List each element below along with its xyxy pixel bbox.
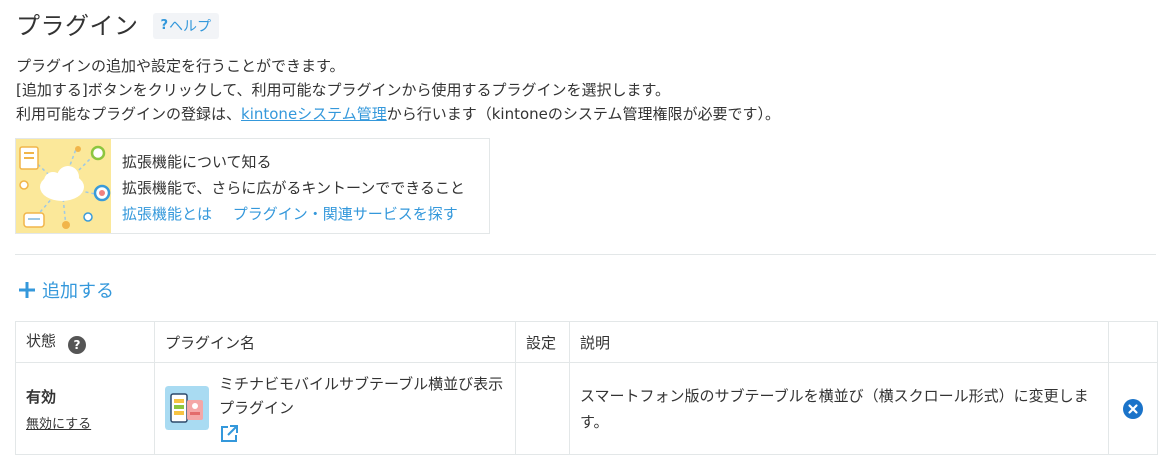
- description-line-3: 利用可能なプラグインの登録は、kintoneシステム管理から行います（kinto…: [16, 102, 780, 126]
- status-column-header: 状態?: [15, 321, 155, 363]
- add-plugin-label: 追加する: [42, 281, 114, 302]
- disable-plugin-link[interactable]: 無効にする: [26, 413, 91, 432]
- plugin-table: 状態? プラグイン名 設定 説明 有効 無効にする ミチナビモバイルサブテーブル…: [15, 321, 1158, 455]
- page-title: プラグイン: [16, 12, 139, 40]
- plugin-description: スマートフォン版のサブテーブルを横並び（横スクロール形式）に変更します。: [569, 362, 1109, 455]
- system-admin-link[interactable]: kintoneシステム管理: [241, 105, 387, 123]
- plugin-name-cell: ミチナビモバイルサブテーブル横並び表示プラグイン: [154, 362, 516, 455]
- help-label: ヘルプ: [169, 18, 212, 35]
- description-line-1: プラグインの追加や設定を行うことができます。: [16, 57, 345, 75]
- promo-links: 拡張機能とは プラグイン・関連サービスを探す: [122, 201, 474, 227]
- status-active-label: 有効: [26, 387, 57, 406]
- page-description: プラグインの追加や設定を行うことができます。 [追加する]ボタンをクリックして、…: [16, 54, 780, 126]
- plugin-name: ミチナビモバイルサブテーブル横並び表示プラグイン: [219, 374, 504, 417]
- promo-heading: 拡張機能について知る: [122, 153, 272, 171]
- help-button[interactable]: ? ヘルプ: [152, 12, 220, 39]
- description-line-3-pre: 利用可能なプラグインの登録は、: [16, 105, 242, 123]
- add-plugin-button[interactable]: 追加する: [18, 277, 114, 303]
- extension-promo-banner: 拡張機能について知る 拡張機能で、さらに広がるキントーンでできること 拡張機能と…: [15, 138, 490, 234]
- table-header-row: 状態? プラグイン名 設定 説明: [15, 321, 1158, 363]
- status-cell: 有効 無効にする: [15, 362, 155, 455]
- settings-column-header: 設定: [515, 321, 570, 363]
- promo-subheading: 拡張機能で、さらに広がるキントーンでできること: [122, 179, 465, 197]
- find-plugins-link[interactable]: プラグイン・関連サービスを探す: [233, 205, 458, 223]
- table-row: 有効 無効にする ミチナビモバイルサブテーブル横並び表示プラグイン スマートフォ…: [15, 362, 1158, 455]
- header: プラグイン ? ヘルプ: [16, 6, 220, 41]
- remove-plugin-icon[interactable]: [1119, 398, 1147, 419]
- help-icon: ?: [160, 18, 169, 33]
- settings-cell: [515, 362, 570, 455]
- section-divider: [15, 254, 1156, 255]
- description-column-header: 説明: [569, 321, 1109, 363]
- about-extensions-link[interactable]: 拡張機能とは: [122, 205, 212, 223]
- actions-column-header: [1108, 321, 1158, 363]
- external-link-icon[interactable]: [219, 424, 505, 448]
- description-line-3-post: から行います（kintoneのシステム管理権限が必要です）。: [386, 105, 780, 123]
- description-line-2: [追加する]ボタンをクリックして、利用可能なプラグインから使用するプラグインを選…: [16, 81, 671, 99]
- plugin-settings-page: プラグイン ? ヘルプ プラグインの追加や設定を行うことができます。 [追加する…: [0, 0, 1171, 457]
- plugin-app-icon: [165, 385, 209, 430]
- extension-illustration-icon: [16, 139, 111, 233]
- actions-cell: [1108, 362, 1158, 455]
- name-column-header: プラグイン名: [154, 321, 516, 363]
- status-header-label: 状態: [26, 332, 57, 350]
- status-help-icon[interactable]: ?: [68, 336, 87, 354]
- promo-text: 拡張機能について知る 拡張機能で、さらに広がるキントーンでできること 拡張機能と…: [111, 139, 474, 233]
- plus-icon: [19, 282, 35, 298]
